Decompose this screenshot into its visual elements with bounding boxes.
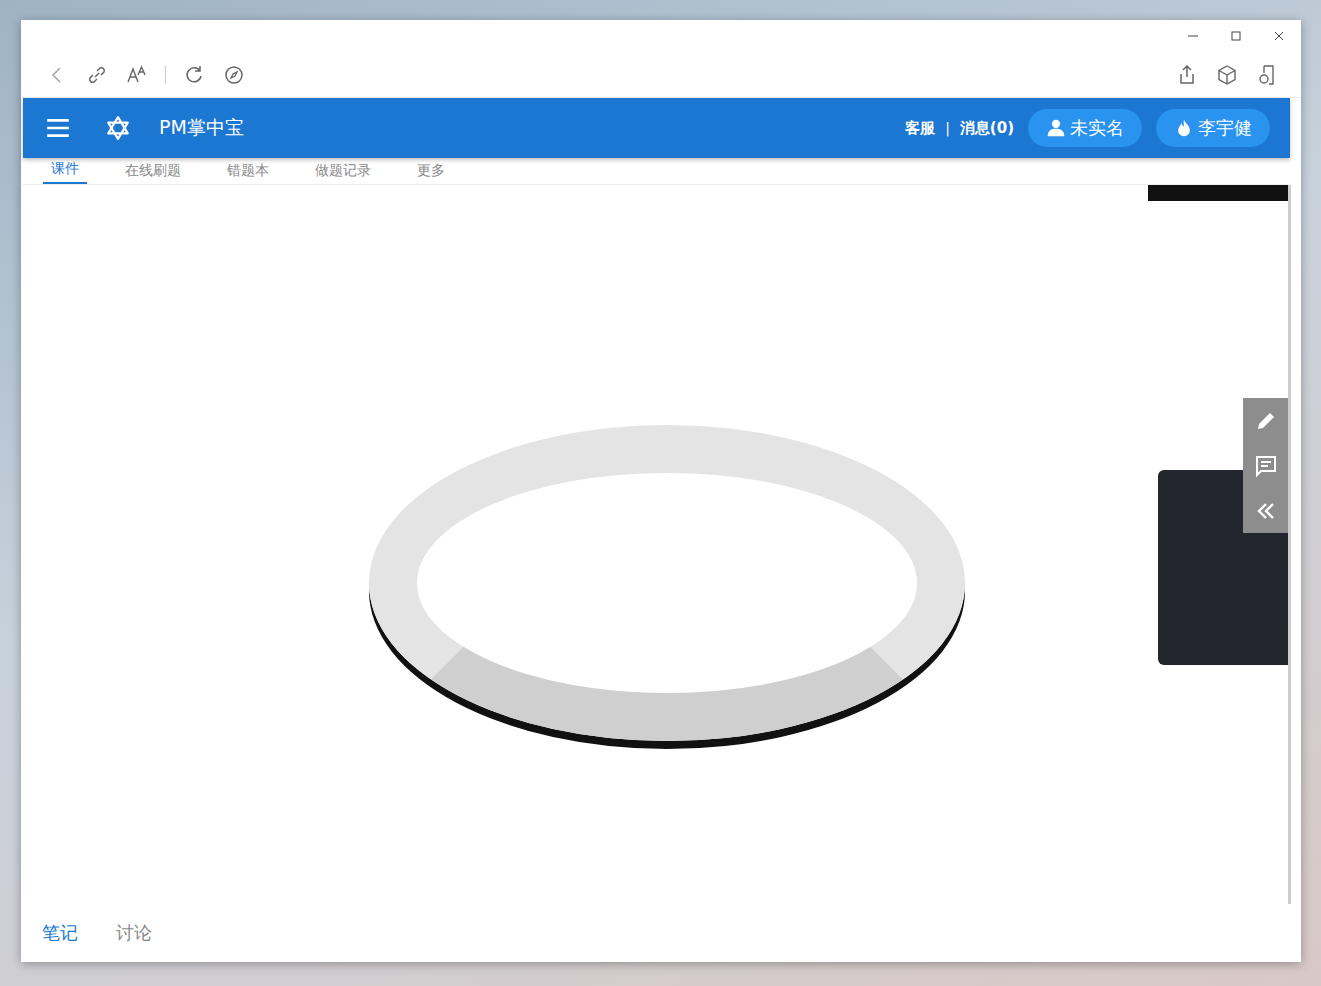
tab[interactable]: 更多 [409,162,453,184]
comment-button[interactable] [1243,443,1288,488]
device-icon[interactable] [1255,63,1279,87]
bottom-tab[interactable]: 讨论 [116,921,152,945]
bottom-tabs: 笔记 讨论 [24,904,1291,962]
tab[interactable]: 做题记录 [307,162,379,184]
comment-icon [1254,454,1278,478]
pencil-icon [1254,409,1278,433]
live-bar [1148,185,1288,201]
back-icon[interactable] [45,63,69,87]
separator: | [945,120,950,136]
compass-icon[interactable] [222,63,246,87]
close-icon[interactable] [1273,30,1285,42]
app-header: PM掌中宝 客服 | 消息(0) 未实名李宇健 [23,98,1290,158]
star-icon[interactable] [105,115,131,141]
menu-icon[interactable] [45,115,71,141]
title-bar [21,20,1301,52]
course-tabs: 课件 在线刷题 错题本 做题记录 更多 [23,158,1290,185]
share-icon[interactable] [1175,63,1199,87]
font-size-icon[interactable] [125,63,149,87]
tab[interactable]: 错题本 [219,162,277,184]
person-icon [1046,118,1066,138]
app-title: PM掌中宝 [159,115,244,141]
browser-window: PM掌中宝 客服 | 消息(0) 未实名李宇健课件 在线刷题 错题本 做题记录 更多笔记 讨论 [21,20,1301,962]
float-buttons [1243,398,1288,533]
message-link[interactable]: 消息(0) [960,119,1014,138]
video-player[interactable] [24,185,1291,904]
minimize-icon[interactable] [1187,30,1199,42]
maximize-icon[interactable] [1230,30,1242,42]
refresh-icon[interactable] [182,63,206,87]
flame-icon [1174,118,1194,138]
desktop: PM掌中宝 客服 | 消息(0) 未实名李宇健课件 在线刷题 错题本 做题记录 更多笔记 讨论 [0,0,1321,986]
collapse-button[interactable] [1243,488,1288,533]
link-icon[interactable] [85,63,109,87]
cube-icon[interactable] [1215,63,1239,87]
double-chevron-icon [1254,499,1278,523]
bottom-tab[interactable]: 笔记 [42,921,78,945]
verify-button[interactable]: 未实名 [1028,109,1142,147]
video-frame [369,425,965,741]
note-button[interactable] [1243,398,1288,443]
tab[interactable]: 课件 [43,160,87,184]
user-button[interactable]: 李宇健 [1156,109,1270,147]
service-link[interactable]: 客服 [905,119,935,138]
browser-toolbar [21,52,1301,98]
tab[interactable]: 在线刷题 [117,162,189,184]
